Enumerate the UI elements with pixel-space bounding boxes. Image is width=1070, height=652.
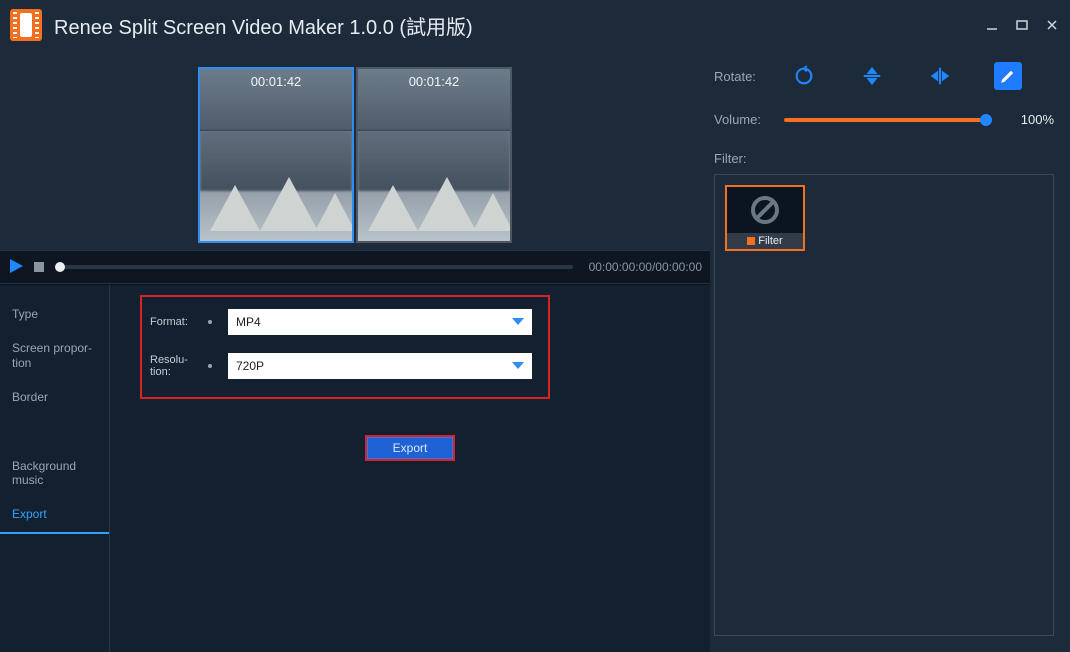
resolution-select[interactable]: 720P bbox=[228, 353, 532, 379]
maximize-button[interactable] bbox=[1014, 17, 1030, 33]
tab-border[interactable]: Border bbox=[0, 380, 109, 414]
app-logo bbox=[10, 9, 42, 41]
preview-area: 00:01:42 00:01:42 bbox=[0, 50, 710, 250]
volume-slider[interactable] bbox=[784, 118, 986, 122]
no-filter-icon bbox=[727, 187, 803, 233]
rotate-cw-icon[interactable] bbox=[790, 62, 818, 90]
title-bar: Renee Split Screen Video Maker 1.0.0 (試用… bbox=[0, 0, 1070, 50]
tab-export[interactable]: Export bbox=[0, 497, 109, 533]
resolution-label: Resolu­tion: bbox=[150, 354, 192, 378]
volume-label: Volume: bbox=[714, 112, 770, 127]
close-button[interactable] bbox=[1044, 17, 1060, 33]
stop-button[interactable] bbox=[34, 262, 44, 272]
format-value: MP4 bbox=[236, 315, 261, 329]
flip-vertical-icon[interactable] bbox=[858, 62, 886, 90]
format-label: For­mat: bbox=[150, 316, 192, 328]
rotate-label: Rotate: bbox=[714, 69, 770, 84]
tab-screen-proportion[interactable]: Screen propor­tion bbox=[0, 331, 109, 380]
volume-value: 100% bbox=[1010, 112, 1054, 127]
format-select[interactable]: MP4 bbox=[228, 309, 532, 335]
tab-type[interactable]: Type bbox=[0, 297, 109, 331]
timeline-slider[interactable] bbox=[60, 265, 573, 269]
filter-list: Filter bbox=[714, 174, 1054, 636]
thumb-timestamp: 00:01:42 bbox=[200, 74, 352, 89]
filter-item-label: Filter bbox=[727, 233, 803, 249]
tab-background-music[interactable]: Background music bbox=[0, 449, 109, 498]
edit-icon[interactable] bbox=[994, 62, 1022, 90]
minimize-button[interactable] bbox=[984, 17, 1000, 33]
filter-none[interactable]: Filter bbox=[725, 185, 805, 251]
preview-thumb[interactable]: 00:01:42 bbox=[198, 67, 354, 243]
preview-thumb[interactable]: 00:01:42 bbox=[356, 67, 512, 243]
filter-label: Filter: bbox=[714, 151, 770, 166]
highlight-box: For­mat: MP4 Resolu­tion: 720P bbox=[140, 295, 550, 399]
export-button[interactable]: Export bbox=[365, 435, 455, 461]
thumb-timestamp: 00:01:42 bbox=[358, 74, 510, 89]
play-button[interactable] bbox=[8, 258, 24, 277]
flip-horizontal-icon[interactable] bbox=[926, 62, 954, 90]
time-display: 00:00:00:00/00:00:00 bbox=[589, 260, 702, 274]
settings-tabs: Type Screen propor­tion Border Backgroun… bbox=[0, 285, 110, 652]
app-title: Renee Split Screen Video Maker 1.0.0 (試用… bbox=[54, 11, 473, 40]
resolution-value: 720P bbox=[236, 359, 264, 373]
player-bar: 00:00:00:00/00:00:00 bbox=[0, 250, 710, 284]
export-panel: For­mat: MP4 Resolu­tion: 720P bbox=[110, 285, 710, 652]
